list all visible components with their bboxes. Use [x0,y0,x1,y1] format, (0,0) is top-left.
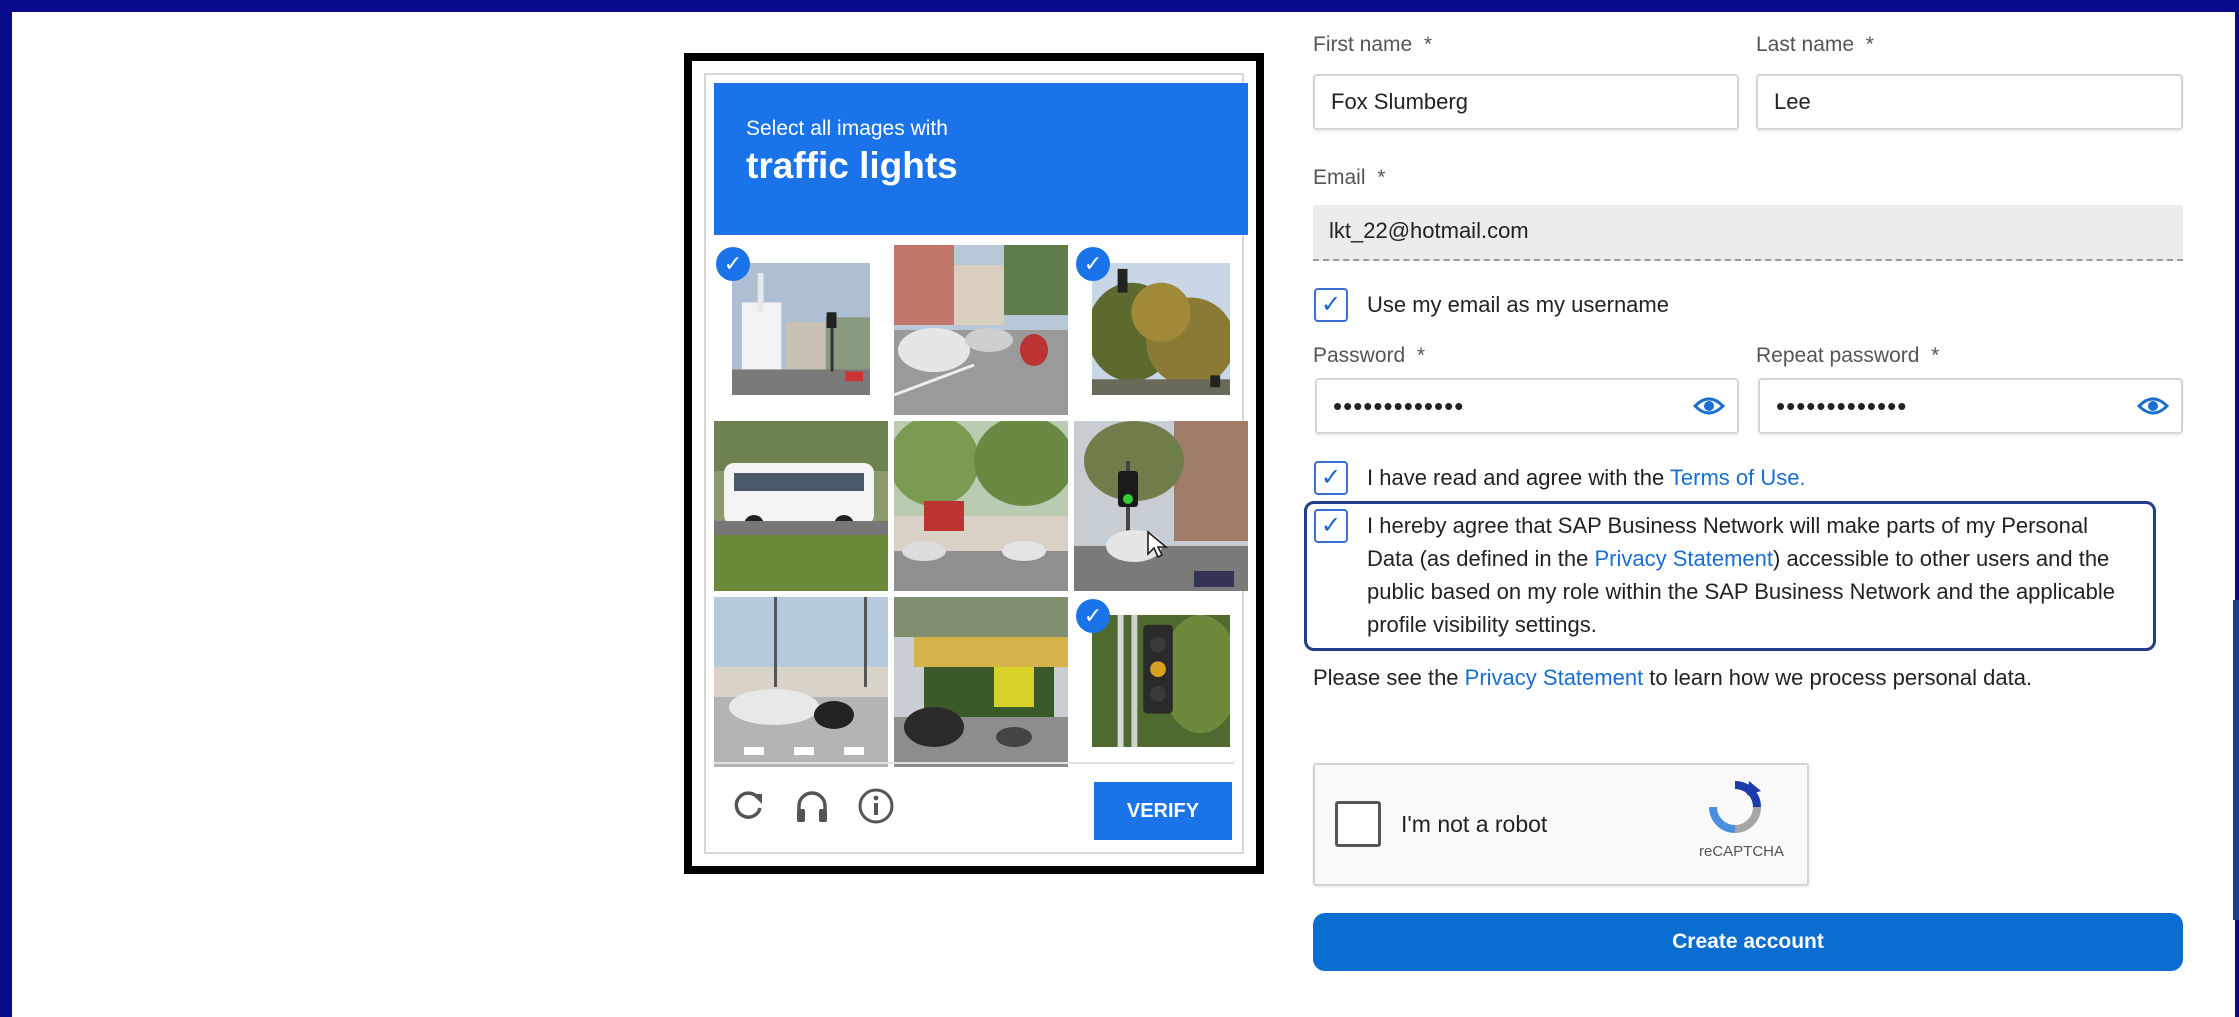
repeat-password-input[interactable]: ••••••••••••• [1758,378,2183,434]
captcha-tile-6[interactable] [1074,421,1248,591]
captcha-image-grid: ✓ ✓ ✓ [714,245,1248,767]
create-account-button[interactable]: Create account [1313,913,2183,971]
repeat-password-value: ••••••••••••• [1776,391,1908,421]
first-name-input[interactable]: Fox Slumberg [1313,74,1739,130]
selected-check-icon: ✓ [716,247,750,281]
street-church-image [732,263,870,396]
recaptcha-logo-icon [1709,781,1761,833]
captcha-prompt-small: Select all images with [746,117,948,140]
privacy-statement-link-2[interactable]: Privacy Statement [1465,665,1644,690]
email-input[interactable]: lkt_22@hotmail.com [1313,205,2183,261]
last-name-input[interactable]: Lee [1756,74,2183,130]
captcha-tile-4[interactable] [714,421,888,591]
recaptcha-brand: reCAPTCHA [1699,843,1785,860]
captcha-challenge: Select all images with traffic lights ✓ [684,53,1264,874]
terms-of-use-link[interactable]: Terms of Use. [1670,465,1806,490]
recaptcha-label: I'm not a robot [1401,811,1548,837]
captcha-header: Select all images with traffic lights [714,83,1248,235]
trees-image [1092,263,1230,396]
reload-icon[interactable] [728,786,768,826]
terms-text: I have read and agree with the Terms of … [1367,465,1806,490]
consent-line-4: profile visibility settings. [1367,612,1597,637]
consent-line-3: public based on my role within the SAP B… [1367,579,2116,604]
use-email-label: Use my email as my username [1367,292,1669,317]
show-password-eye-icon[interactable] [1693,392,1725,420]
street-cars-image [894,245,1068,415]
info-icon[interactable] [856,786,896,826]
terms-checkbox[interactable]: ✓ [1314,461,1348,495]
selected-check-icon: ✓ [1076,247,1110,281]
captcha-footer: VERIFY [714,762,1234,846]
password-value: ••••••••••••• [1333,391,1465,421]
consent-checkbox[interactable]: ✓ [1314,509,1348,543]
captcha-prompt-target: traffic lights [746,145,958,186]
street-trees-image [894,421,1068,591]
shop-front-image [894,597,1068,767]
captcha-tile-8[interactable] [894,597,1068,767]
first-name-label: First name * [1313,33,1433,56]
traffic-light-closeup-image [1092,615,1230,748]
captcha-tile-1[interactable]: ✓ [714,245,888,415]
captcha-tile-3[interactable]: ✓ [1074,245,1248,415]
privacy-statement-link[interactable]: Privacy Statement [1594,546,1773,571]
last-name-label: Last name * [1756,33,1874,56]
intersection-image [714,597,888,767]
mouse-cursor-icon [1147,530,1168,559]
repeat-password-label: Repeat password * [1756,344,1940,367]
bus-image [714,421,888,591]
consent-line-1: I hereby agree that SAP Business Network… [1367,513,2089,538]
captcha-tile-2[interactable] [894,245,1068,415]
email-label: Email * [1313,166,1386,189]
captcha-tile-5[interactable] [894,421,1068,591]
password-label: Password * [1313,344,1426,367]
recaptcha-checkbox[interactable] [1335,801,1381,847]
headphones-icon[interactable] [792,786,832,826]
selected-check-icon: ✓ [1076,599,1110,633]
consent-line-2: Data (as defined in the Privacy Statemen… [1367,546,2110,571]
show-repeat-password-eye-icon[interactable] [2137,392,2169,420]
captcha-tile-7[interactable] [714,597,888,767]
edge-tab [2233,600,2239,920]
privacy-notice: Please see the Privacy Statement to lear… [1313,665,2033,690]
captcha-panel: Select all images with traffic lights ✓ [704,73,1248,854]
use-email-checkbox[interactable]: ✓ [1314,288,1348,322]
verify-button[interactable]: VERIFY [1094,782,1232,840]
recaptcha-widget: I'm not a robot reCAPTCHA [1313,763,1809,886]
traffic-light-street-image [1074,421,1248,591]
captcha-tile-9[interactable]: ✓ [1074,597,1248,767]
password-input[interactable]: ••••••••••••• [1315,378,1739,434]
consent-text: I hereby agree that SAP Business Network… [1367,509,2157,641]
